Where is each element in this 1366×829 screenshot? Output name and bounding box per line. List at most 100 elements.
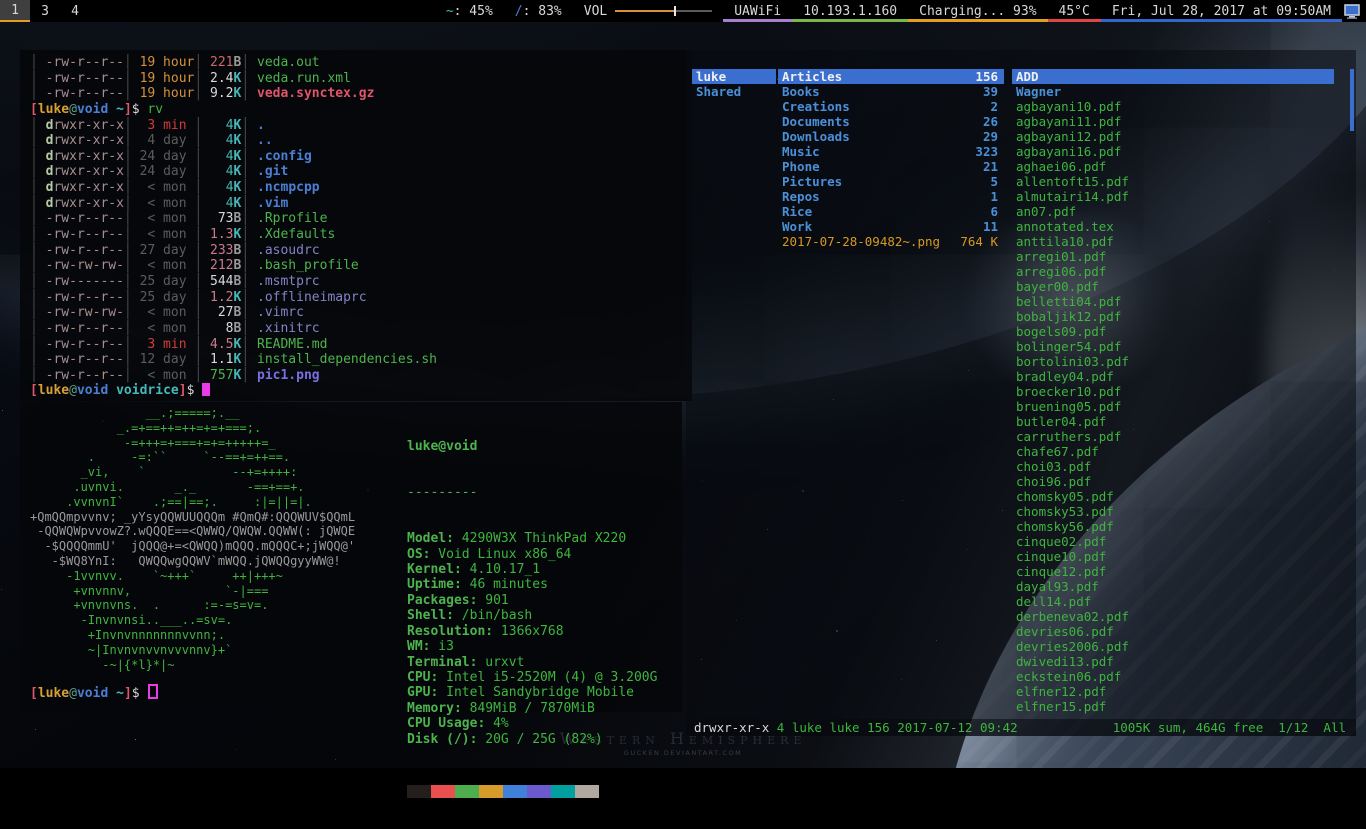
- file-entry-dwivedi13-pdf[interactable]: dwivedi13.pdf: [1012, 654, 1334, 669]
- file-entry-an07-pdf[interactable]: an07.pdf: [1012, 204, 1334, 219]
- file-entry-aghaei06-pdf[interactable]: aghaei06.pdf: [1012, 159, 1334, 174]
- dir-entry-pictures[interactable]: Pictures5: [778, 174, 1004, 189]
- dir-entry-2017-07-28-09482-png[interactable]: 2017-07-28-09482~.png764 K: [778, 234, 1004, 249]
- workspace-1[interactable]: 1: [0, 0, 30, 22]
- file-entry-cinque10-pdf[interactable]: cinque10.pdf: [1012, 549, 1334, 564]
- file-entry-cinque02-pdf[interactable]: cinque02.pdf: [1012, 534, 1334, 549]
- file-entry-agbayani12-pdf[interactable]: agbayani12.pdf: [1012, 129, 1334, 144]
- file-entry-bradley04-pdf[interactable]: bradley04.pdf: [1012, 369, 1334, 384]
- battery-module[interactable]: Charging... 93%: [908, 0, 1047, 22]
- entry-name: ADD: [1016, 69, 1039, 84]
- file-entry-annotated-tex[interactable]: annotated.tex: [1012, 219, 1334, 234]
- neofetch-value: 46 minutes: [462, 577, 548, 592]
- dir-entry-creations[interactable]: Creations2: [778, 99, 1004, 114]
- ip-module[interactable]: 10.193.1.160: [792, 0, 908, 22]
- file-entry-devries06-pdf[interactable]: devries06.pdf: [1012, 624, 1334, 639]
- file-entry-bortolini03-pdf[interactable]: bortolini03.pdf: [1012, 354, 1334, 369]
- file-entry-arregi06-pdf[interactable]: arregi06.pdf: [1012, 264, 1334, 279]
- file-entry-chomsky56-pdf[interactable]: chomsky56.pdf: [1012, 519, 1334, 534]
- file-age: 4 day: [132, 133, 195, 148]
- file-entry-bruening05-pdf[interactable]: bruening05.pdf: [1012, 399, 1334, 414]
- entry-name: Music: [782, 144, 820, 159]
- entry-name: dayal93.pdf: [1016, 579, 1099, 594]
- entry-count: 29: [983, 129, 998, 144]
- column-separator: │: [30, 196, 38, 211]
- file-entry-almutairi14-pdf[interactable]: almutairi14.pdf: [1012, 189, 1334, 204]
- neofetch-line-kernel: Kernel: 4.10.17_1: [407, 562, 657, 577]
- column-separator: │: [30, 274, 38, 289]
- entry-name: Wagner: [1016, 84, 1061, 99]
- dir-entry-downloads[interactable]: Downloads29: [778, 129, 1004, 144]
- file-entry-anttila10-pdf[interactable]: anttila10.pdf: [1012, 234, 1334, 249]
- dir-entry-documents[interactable]: Documents26: [778, 114, 1004, 129]
- parent-entry-shared[interactable]: Shared: [692, 84, 776, 99]
- monitor-icon[interactable]: [1344, 4, 1360, 19]
- memory-module[interactable]: ~: 45%: [435, 0, 504, 22]
- file-entry-arregi01-pdf[interactable]: arregi01.pdf: [1012, 249, 1334, 264]
- prompt-host: void: [77, 686, 108, 701]
- column-separator: │: [124, 164, 132, 179]
- file-entry-devries2006-pdf[interactable]: devries2006.pdf: [1012, 639, 1334, 654]
- dir-entry-books[interactable]: Books39: [778, 84, 1004, 99]
- file-entry-elfner12-pdf[interactable]: elfner12.pdf: [1012, 684, 1334, 699]
- file-name: .config: [249, 149, 312, 164]
- dir-entry-rice[interactable]: Rice6: [778, 204, 1004, 219]
- file-entry-add[interactable]: ADD: [1012, 69, 1334, 84]
- shell-prompt-line: [luke@void voidrice]$: [30, 383, 692, 399]
- entry-name: bolinger54.pdf: [1016, 339, 1121, 354]
- file-entry-dayal93-pdf[interactable]: dayal93.pdf: [1012, 579, 1334, 594]
- file-entry-agbayani10-pdf[interactable]: agbayani10.pdf: [1012, 99, 1334, 114]
- disk-module[interactable]: /: 83%: [504, 0, 573, 22]
- wifi-module[interactable]: UAWiFi: [723, 0, 792, 22]
- file-entry-choi96-pdf[interactable]: choi96.pdf: [1012, 474, 1334, 489]
- file-entry-butler04-pdf[interactable]: butler04.pdf: [1012, 414, 1334, 429]
- file-entry-chomsky05-pdf[interactable]: chomsky05.pdf: [1012, 489, 1334, 504]
- file-entry-choi03-pdf[interactable]: choi03.pdf: [1012, 459, 1334, 474]
- entry-name: an07.pdf: [1016, 204, 1076, 219]
- file-entry-elfner15-pdf[interactable]: elfner15.pdf: [1012, 699, 1334, 714]
- ranger-scrollbar[interactable]: [1350, 69, 1354, 131]
- entry-name: 2017-07-28-09482~.png: [782, 234, 940, 249]
- file-entry-bogels09-pdf[interactable]: bogels09.pdf: [1012, 324, 1334, 339]
- file-listing-row: │ drwxr-xr-x│ 24 day │ 4K│ .git: [30, 164, 692, 180]
- file-age: 19 hour: [132, 71, 195, 86]
- file-name: pic1.png: [249, 368, 319, 383]
- memory-value: : 45%: [454, 4, 493, 19]
- file-entry-agbayani16-pdf[interactable]: agbayani16.pdf: [1012, 144, 1334, 159]
- temperature-module[interactable]: 45°C: [1048, 0, 1101, 22]
- column-separator: │: [241, 258, 249, 273]
- file-entry-carruthers-pdf[interactable]: carruthers.pdf: [1012, 429, 1334, 444]
- file-entry-eckstein06-pdf[interactable]: eckstein06.pdf: [1012, 669, 1334, 684]
- terminal-window-files[interactable]: │ -rw-r--r--│ 19 hour│ 221B│ veda.out│ -…: [20, 50, 692, 401]
- file-entry-chomsky53-pdf[interactable]: chomsky53.pdf: [1012, 504, 1334, 519]
- terminal-window-neofetch[interactable]: __.;=====;.__ _.=+==++=++=+=+===;. -=+++…: [20, 402, 682, 712]
- file-entry-bolinger54-pdf[interactable]: bolinger54.pdf: [1012, 339, 1334, 354]
- file-entry-broecker10-pdf[interactable]: broecker10.pdf: [1012, 384, 1334, 399]
- file-entry-derbeneva02-pdf[interactable]: derbeneva02.pdf: [1012, 609, 1334, 624]
- file-entry-allentoft15-pdf[interactable]: allentoft15.pdf: [1012, 174, 1334, 189]
- file-entry-wagner[interactable]: Wagner: [1012, 84, 1334, 99]
- dir-entry-music[interactable]: Music323: [778, 144, 1004, 159]
- ranger-window[interactable]: luke@void ~/Articles lukeShared Articles…: [686, 50, 1356, 736]
- file-entry-bayer00-pdf[interactable]: bayer00.pdf: [1012, 279, 1334, 294]
- dir-entry-repos[interactable]: Repos1: [778, 189, 1004, 204]
- workspace-4[interactable]: 4: [60, 0, 90, 22]
- file-name: veda.run.xml: [249, 71, 351, 86]
- file-entry-belletti04-pdf[interactable]: belletti04.pdf: [1012, 294, 1334, 309]
- volume-slider[interactable]: [615, 0, 712, 22]
- file-entry-agbayani11-pdf[interactable]: agbayani11.pdf: [1012, 114, 1334, 129]
- workspace-3[interactable]: 3: [30, 0, 60, 22]
- ascii-art-line: -Invnvnsi..___..=sv=.: [30, 613, 355, 628]
- dir-entry-work[interactable]: Work11: [778, 219, 1004, 234]
- file-entry-chafe67-pdf[interactable]: chafe67.pdf: [1012, 444, 1334, 459]
- file-entry-cinque12-pdf[interactable]: cinque12.pdf: [1012, 564, 1334, 579]
- dir-entry-phone[interactable]: Phone21: [778, 159, 1004, 174]
- systray[interactable]: [1342, 0, 1366, 22]
- volume-module[interactable]: VOL: [573, 0, 723, 22]
- file-entry-dell14-pdf[interactable]: dell14.pdf: [1012, 594, 1334, 609]
- dir-entry-articles[interactable]: Articles156: [778, 69, 1004, 84]
- neofetch-line-gpu: GPU: Intel Sandybridge Mobile: [407, 685, 657, 700]
- datetime-module[interactable]: Fri, Jul 28, 2017 at 09:50AM: [1101, 0, 1342, 22]
- file-entry-bobaljik12-pdf[interactable]: bobaljik12.pdf: [1012, 309, 1334, 324]
- parent-entry-luke[interactable]: luke: [692, 69, 776, 84]
